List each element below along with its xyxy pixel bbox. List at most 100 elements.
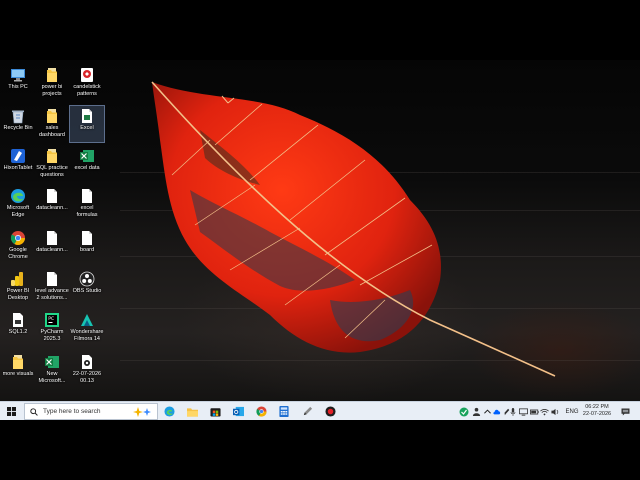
desktop-icon-label-line1: This PC: [8, 84, 28, 90]
desktop-icon-label-line1: HixonTablet: [3, 165, 33, 171]
edge-icon: [10, 188, 26, 204]
desktop-icon-label-line2: questions: [40, 171, 64, 178]
icon-power-bi-desktop[interactable]: Power BI Desktop: [1, 269, 35, 305]
desktop-icon-label-line2: Filmora 14: [74, 335, 100, 342]
desktop-icon-label: more visuals: [0, 371, 37, 378]
search-highlight-icon: [133, 406, 151, 417]
chrome-icon: [10, 230, 26, 246]
start-button[interactable]: [3, 404, 19, 419]
taskbar-recorder[interactable]: [323, 404, 337, 419]
icon-candelstick-patterns[interactable]: candelstick patterns: [70, 65, 104, 101]
pycharm-icon: PC: [44, 312, 60, 328]
desktop-icon-label-line2: dashboard: [39, 131, 65, 138]
tray-network-button[interactable]: [540, 406, 549, 417]
excel-icon: [44, 354, 60, 370]
taskbar-file-explorer[interactable]: [185, 404, 199, 419]
icon-excel-formulas[interactable]: excel formulas: [70, 186, 104, 222]
tray-language-button[interactable]: ENG: [564, 406, 580, 417]
taskbar-outlook[interactable]: [231, 404, 245, 419]
desktop-icon-label-line1: datacleann...: [36, 205, 68, 211]
icon-board[interactable]: board: [70, 228, 104, 264]
sql-file-icon: [10, 312, 26, 328]
chevron-up-icon: [483, 409, 491, 414]
icon-hixon-tablet[interactable]: HixonTablet: [1, 146, 35, 182]
desktop-icon-label-line1: datacleann...: [36, 247, 68, 253]
icon-level-advance-solutions[interactable]: level advance 2 solutions...: [35, 269, 69, 305]
desktop-icon-label-line1: excel data: [74, 165, 100, 171]
tray-dropbox-button[interactable]: [492, 406, 501, 417]
tray-people-icon-button[interactable]: [471, 406, 481, 417]
recycle-bin-icon: [10, 108, 26, 124]
desktop-wallpaper[interactable]: This PC power bi projects candelstick patter…: [0, 60, 640, 401]
icon-datacleaning-1[interactable]: datacleann...: [35, 186, 69, 222]
app-shortcut-icon: [79, 67, 95, 83]
icon-pycharm[interactable]: PC PyCharm 2025.3: [35, 310, 69, 346]
icon-datacleaning-2[interactable]: datacleann...: [35, 228, 69, 264]
chrome-icon: [255, 406, 267, 417]
desktop-icon-label-line2: patterns: [77, 90, 97, 97]
taskbar-search-box[interactable]: Type here to search: [24, 403, 158, 420]
record-icon: [324, 406, 336, 417]
desktop-icon-label-line2: Microsoft...: [38, 377, 66, 384]
search-placeholder: Type here to search: [43, 408, 101, 415]
taskbar-chrome[interactable]: [254, 404, 268, 419]
tray-mic-button[interactable]: [509, 406, 517, 417]
tray-battery-button[interactable]: [529, 406, 539, 417]
taskbar-edge[interactable]: [162, 404, 176, 419]
search-icon: [30, 407, 38, 416]
desktop-icon-label-line2: Edge: [11, 211, 25, 218]
desktop-icon-label: board: [68, 247, 106, 254]
folder-icon: [44, 148, 60, 164]
desktop-icon-label-line1: SQL1.2: [8, 329, 28, 335]
icon-recycle-bin[interactable]: Recycle Bin: [1, 106, 35, 142]
mail-icon: [232, 406, 244, 417]
desktop-icon-label: Wondershare Filmora 14: [68, 329, 106, 342]
blank-file-icon: [79, 188, 95, 204]
desktop-icon-label: Excel: [68, 125, 106, 132]
desktop-icon-label: level advance 2 solutions...: [33, 288, 71, 301]
desktop-icon-label: candelstick patterns: [68, 84, 106, 97]
tray-volume-button[interactable]: [550, 406, 560, 417]
desktop-icon-label-line1: 22-07-2026: [72, 371, 102, 377]
desktop-icon-label-line1: Wondershare: [70, 329, 104, 335]
battery-icon: [529, 409, 539, 414]
icon-video-file[interactable]: 22-07-2026 00.13: [70, 352, 104, 388]
desktop-icon-label-line1: SQL practice: [36, 165, 68, 171]
tray-display-button[interactable]: [518, 406, 528, 417]
icon-excel-data[interactable]: excel data: [70, 146, 104, 182]
clock-date: 22-07-2026: [582, 411, 612, 417]
blank-file-icon: [79, 230, 95, 246]
icon-wondershare-filmora[interactable]: Wondershare Filmora 14: [70, 310, 104, 346]
taskbar-calculator[interactable]: [277, 404, 291, 419]
icon-more-visuals[interactable]: more visuals: [1, 352, 35, 388]
blank-file-icon: [44, 271, 60, 287]
icon-sales-dashboard[interactable]: sales dashboard: [35, 106, 69, 142]
icon-sql-1-2[interactable]: SQL1.2: [1, 310, 35, 346]
blank-file-icon: [44, 230, 60, 246]
screen: This PC power bi projects candelstick patter…: [0, 0, 640, 480]
desktop-icon-label: power bi projects: [33, 84, 71, 97]
speaker-icon: [550, 408, 558, 415]
icon-obs-studio[interactable]: OBS Studio: [70, 269, 104, 305]
action-center-button[interactable]: [618, 406, 632, 417]
taskbar-pen-app[interactable]: [300, 404, 314, 419]
tray-app-icon[interactable]: [458, 406, 470, 417]
desktop-icon-label: excel formulas: [68, 205, 106, 218]
icon-power-bi-projects[interactable]: power bi projects: [35, 65, 69, 101]
windows-logo-icon: [6, 407, 16, 416]
folder-icon: [44, 108, 60, 124]
icon-this-pc[interactable]: This PC: [1, 65, 35, 101]
icon-microsoft-edge[interactable]: Microsoft Edge: [1, 186, 35, 222]
icon-excel[interactable]: Excel: [68, 105, 106, 143]
icon-sql-practice-questions[interactable]: SQL practice questions: [35, 146, 69, 182]
microphone-icon: [510, 407, 516, 416]
icon-new-microsoft[interactable]: New Microsoft...: [35, 352, 69, 388]
taskbar-store[interactable]: [208, 404, 222, 419]
desktop-icon-label: 22-07-2026 00.13: [68, 371, 106, 384]
taskbar-clock[interactable]: 06:22 PM 22-07-2026: [581, 404, 613, 418]
blank-file-icon: [44, 188, 60, 204]
desktop-icon-label-line2: Desktop: [7, 294, 29, 301]
tray-overflow-button[interactable]: [483, 406, 491, 417]
icon-google-chrome[interactable]: Google Chrome: [1, 228, 35, 264]
folder-icon: [10, 354, 26, 370]
